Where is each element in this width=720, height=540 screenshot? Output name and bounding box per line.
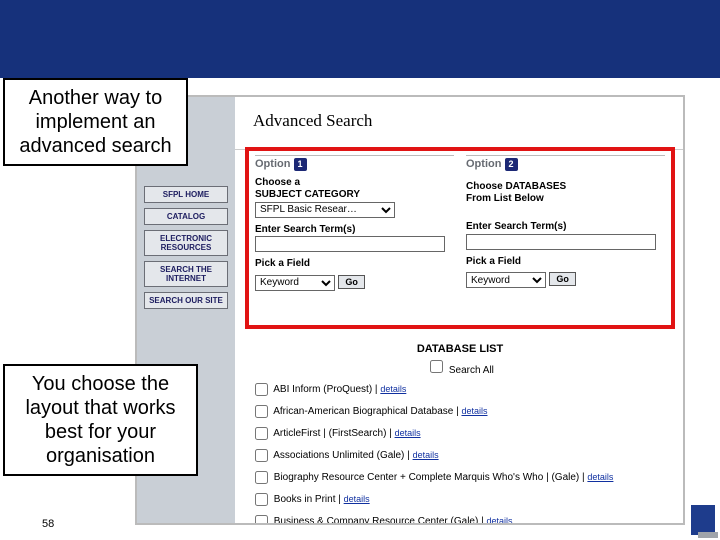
db-item: Business & Company Resource Center (Gale… — [251, 512, 675, 525]
screenshot-panel: Francisco Library Advanced Search SFPL H… — [135, 95, 685, 525]
option-1-field-select[interactable]: Keyword — [255, 275, 335, 291]
db-item: African-American Biographical Database |… — [251, 402, 675, 421]
db-checkbox[interactable] — [255, 449, 268, 462]
callout-top: Another way to implement an advanced sea… — [3, 78, 188, 166]
option-2-column: Option 2 Choose DATABASES From List Belo… — [466, 155, 665, 291]
option-1-header: Option 1 — [255, 158, 454, 171]
db-details-link[interactable]: details — [461, 406, 487, 416]
db-checkbox[interactable] — [255, 471, 268, 484]
nav-search-internet-button[interactable]: SEARCH THE INTERNET — [144, 261, 228, 287]
database-list: DATABASE LIST Search All ABI Inform (Pro… — [245, 343, 675, 525]
subject-category-select[interactable]: SFPL Basic Resear… — [255, 202, 395, 218]
nav-home-button[interactable]: SFPL HOME — [144, 186, 228, 203]
db-item: Books in Print | details — [251, 490, 675, 509]
option-2-pick-label: Pick a Field — [466, 256, 665, 268]
db-item: Biography Resource Center + Complete Mar… — [251, 468, 675, 487]
option-1-search-input[interactable] — [255, 236, 445, 252]
nav-catalog-button[interactable]: CATALOG — [144, 208, 228, 225]
nav-electronic-resources-button[interactable]: ELECTRONIC RESOURCES — [144, 230, 228, 256]
option-1-choose-label: Choose a SUBJECT CATEGORY — [255, 177, 454, 201]
db-details-link[interactable]: details — [413, 450, 439, 460]
option-1-go-button[interactable]: Go — [338, 275, 365, 289]
option-2-field-select[interactable]: Keyword — [466, 272, 546, 288]
option-1-column: Option 1 Choose a SUBJECT CATEGORY SFPL … — [255, 155, 454, 291]
db-details-link[interactable]: details — [486, 516, 512, 525]
option-2-go-button[interactable]: Go — [549, 272, 576, 286]
page-heading: Advanced Search — [253, 111, 372, 131]
db-details-link[interactable]: details — [395, 428, 421, 438]
db-checkbox[interactable] — [255, 405, 268, 418]
advanced-search-highlight-box: Option 1 Choose a SUBJECT CATEGORY SFPL … — [245, 147, 675, 329]
slide-top-band — [0, 0, 720, 78]
db-item: ArticleFirst | (FirstSearch) | details — [251, 424, 675, 443]
option-2-choose-label: Choose DATABASES From List Below — [466, 181, 665, 205]
option-2-header: Option 2 — [466, 158, 665, 171]
option-1-enter-label: Enter Search Term(s) — [255, 224, 454, 236]
search-all-checkbox[interactable] — [430, 360, 443, 373]
page-number: 58 — [42, 518, 54, 530]
nav-search-our-site-button[interactable]: SEARCH OUR SITE — [144, 292, 228, 309]
option-2-enter-label: Enter Search Term(s) — [466, 221, 665, 233]
db-details-link[interactable]: details — [587, 472, 613, 482]
db-item: ABI Inform (ProQuest) | details — [251, 380, 675, 399]
db-checkbox[interactable] — [255, 493, 268, 506]
callout-bottom: You choose the layout that works best fo… — [3, 364, 198, 476]
db-checkbox[interactable] — [255, 383, 268, 396]
db-checkbox[interactable] — [255, 427, 268, 440]
db-details-link[interactable]: details — [344, 494, 370, 504]
search-all-label: Search All — [449, 365, 494, 376]
db-details-link[interactable]: details — [380, 384, 406, 394]
db-checkbox[interactable] — [255, 515, 268, 525]
database-list-title: DATABASE LIST — [245, 343, 675, 355]
slide-logo-icon — [691, 505, 715, 535]
db-item: Associations Unlimited (Gale) | details — [251, 446, 675, 465]
option-2-search-input[interactable] — [466, 234, 656, 250]
option-1-pick-label: Pick a Field — [255, 258, 454, 270]
